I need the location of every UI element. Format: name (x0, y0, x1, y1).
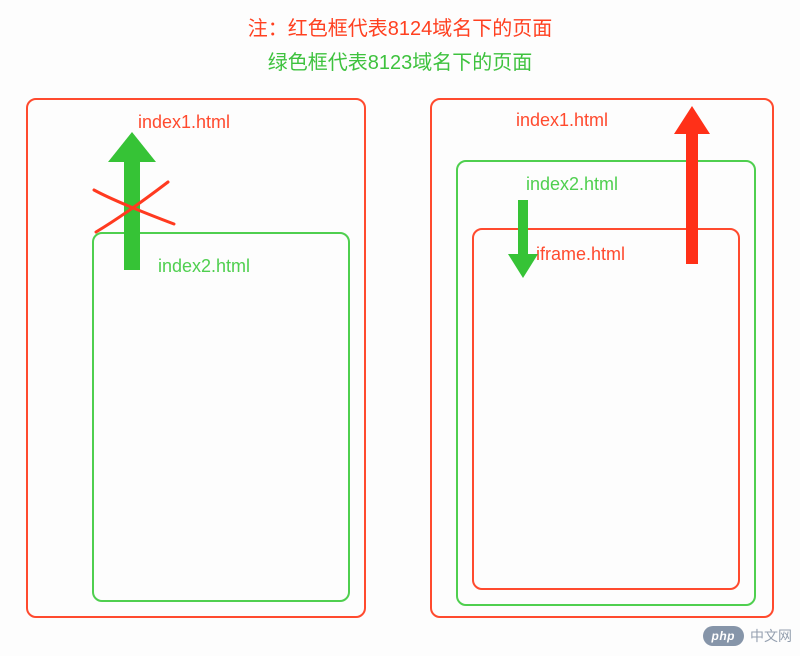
header-note-green: 绿色框代表8123域名下的页面 (0, 46, 800, 80)
watermark-badge: php (703, 626, 745, 646)
right-inner-label: iframe.html (536, 244, 625, 265)
diagram-panels: index1.html index2.html index1.html inde… (0, 80, 800, 620)
right-outer-label: index1.html (516, 110, 608, 131)
right-mid-label: index2.html (526, 174, 618, 195)
watermark-text: 中文网 (750, 626, 792, 646)
header-note-red: 注：红色框代表8124域名下的页面 (0, 12, 800, 46)
left-diagram: index1.html index2.html (26, 98, 366, 620)
right-inner-frame (472, 228, 740, 590)
left-outer-label: index1.html (138, 112, 230, 133)
left-inner-frame (92, 232, 350, 602)
arrow-down-green-icon (506, 200, 540, 280)
right-diagram: index1.html index2.html iframe.html (430, 98, 774, 620)
arrow-up-blocked (86, 132, 186, 282)
diagram-header: 注：红色框代表8124域名下的页面 绿色框代表8123域名下的页面 (0, 0, 800, 80)
watermark: php 中文网 (703, 626, 793, 646)
arrow-up-red-icon (672, 106, 712, 266)
